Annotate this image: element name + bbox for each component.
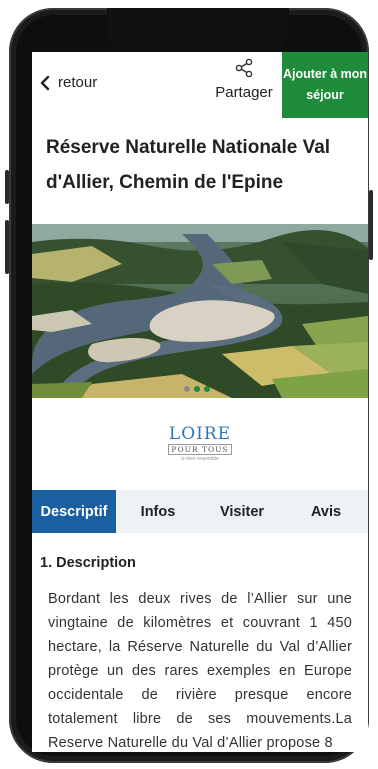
logo-word: LOIRE	[168, 424, 232, 444]
phone-side-button	[5, 220, 9, 274]
tab-infos[interactable]: Infos	[116, 490, 200, 533]
back-label: retour	[58, 74, 98, 91]
carousel-dot[interactable]	[184, 386, 190, 392]
top-bar: retour Partager Ajouter à mon séjour	[32, 52, 368, 120]
share-button[interactable]: Partager	[212, 58, 276, 102]
phone-side-button	[5, 170, 9, 204]
share-label: Partager	[215, 84, 273, 101]
tab-avis[interactable]: Avis	[284, 490, 368, 533]
river-aerial-photo	[32, 224, 368, 398]
description-text: Bordant les deux rives de l’Allier sur u…	[48, 591, 352, 751]
app-screen: retour Partager Ajouter à mon séjour Rés…	[32, 52, 368, 752]
logo-tagline: à vivre ensemble	[181, 456, 219, 462]
photo-carousel[interactable]	[32, 224, 368, 398]
carousel-dot[interactable]	[194, 386, 200, 392]
back-button[interactable]: retour	[40, 74, 97, 91]
loire-pour-tous-logo: LOIRE POUR TOUS à vivre ensemble	[32, 398, 368, 490]
carousel-dot[interactable]	[204, 386, 210, 392]
share-icon	[235, 58, 253, 78]
page-title: Réserve Naturelle Nationale Val d'Allier…	[46, 137, 331, 193]
tab-visiter[interactable]: Visiter	[200, 490, 284, 533]
add-to-stay-button[interactable]: Ajouter à mon séjour	[282, 52, 368, 118]
tab-bar: Descriptif Infos Visiter Avis	[32, 490, 368, 533]
section-title: 1. Description	[40, 555, 136, 571]
phone-notch	[107, 8, 289, 52]
phone-side-button	[369, 190, 373, 260]
logo-sub: POUR TOUS	[168, 444, 232, 455]
carousel-dots	[184, 386, 210, 392]
chevron-left-icon	[40, 75, 50, 90]
tab-descriptif[interactable]: Descriptif	[32, 490, 116, 533]
